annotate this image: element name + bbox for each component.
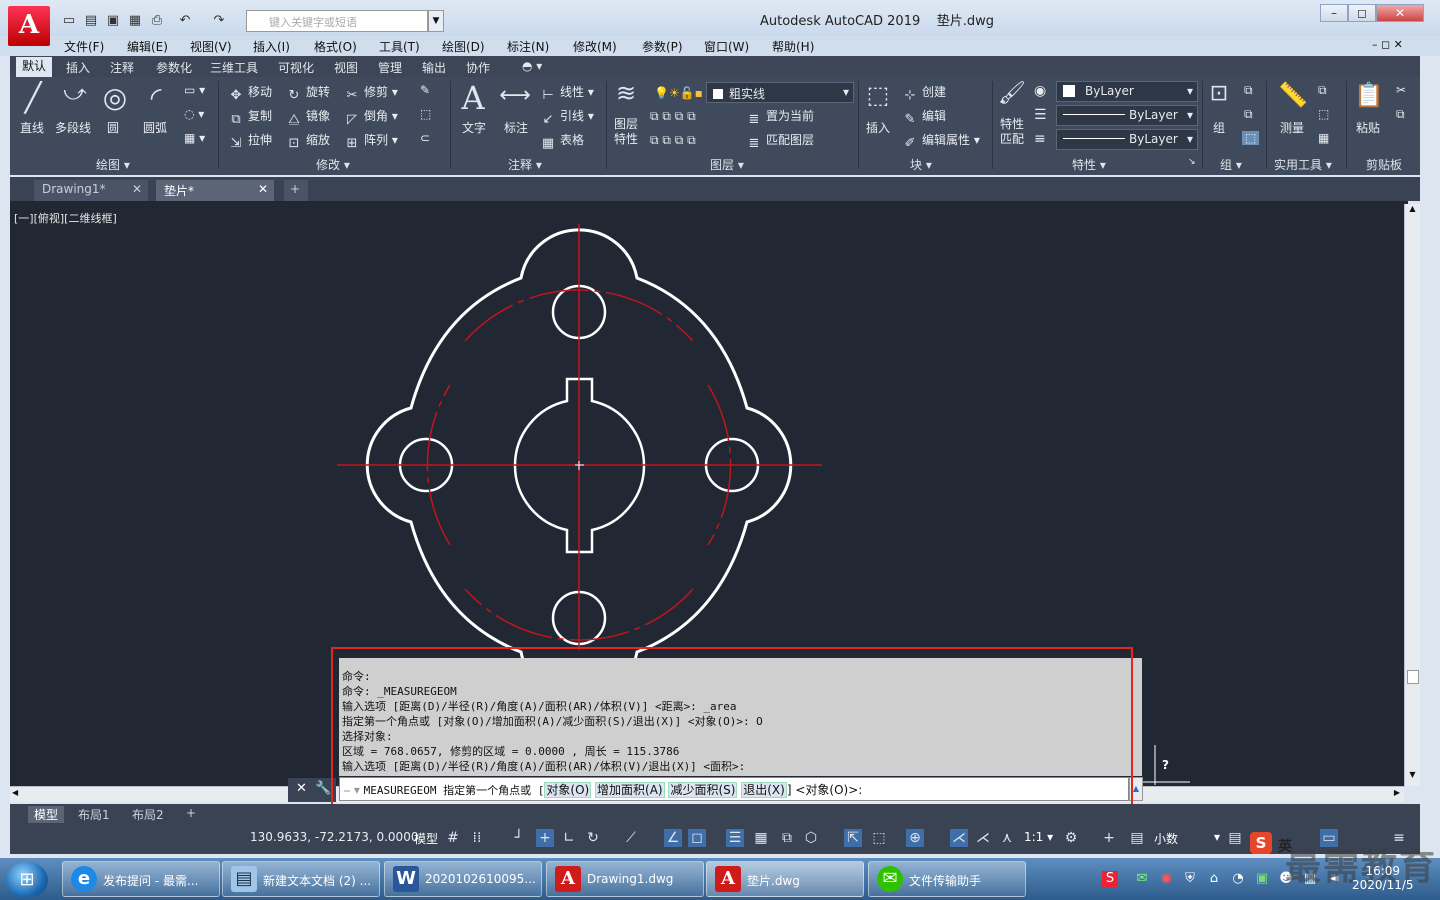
centerlines bbox=[337, 224, 822, 650]
close-icon[interactable]: ✕ bbox=[296, 781, 307, 796]
vertical-scrollbar[interactable]: ▲ ▼ bbox=[1404, 204, 1420, 786]
infer-constraints-icon[interactable]: ┘ bbox=[510, 829, 528, 847]
dynamic-input-icon[interactable]: + bbox=[536, 829, 554, 847]
autocad-icon: A bbox=[555, 866, 581, 892]
security-tray-icon[interactable]: ⛨ bbox=[1182, 871, 1198, 887]
sogou-tray-icon[interactable]: S bbox=[1102, 871, 1118, 887]
selection-cycling-icon[interactable]: ⧉ bbox=[778, 829, 796, 847]
scroll-thumb[interactable] bbox=[1407, 670, 1419, 684]
nvidia-tray-icon[interactable]: ▣ bbox=[1254, 871, 1270, 887]
annotation-scale-icon[interactable]: ⋏ bbox=[998, 829, 1016, 847]
model-space-button[interactable]: 模型 bbox=[414, 830, 438, 847]
taskbar-item-wechat[interactable]: ✉ 文件传输助手 bbox=[868, 861, 1026, 897]
system-clock[interactable]: 16:09 2020/11/5 bbox=[1352, 864, 1414, 892]
isodraft-icon[interactable]: ⟋ bbox=[622, 829, 640, 847]
taskbar-item-gasket[interactable]: A 垫片.dwg bbox=[706, 861, 864, 897]
quick-properties-icon[interactable]: ▤ bbox=[1128, 829, 1146, 847]
ie-icon: e bbox=[71, 866, 97, 892]
taskbar-item-word[interactable]: W 2020102610095... bbox=[384, 861, 542, 897]
polar-icon[interactable]: ↻ bbox=[584, 829, 602, 847]
notepad-icon: ▤ bbox=[231, 866, 257, 892]
wechat-tray-icon[interactable]: ✉ bbox=[1134, 871, 1150, 887]
chevron-down-icon: ▾ bbox=[1213, 830, 1220, 844]
help-mark: ? bbox=[1162, 758, 1169, 772]
autocad-icon: A bbox=[715, 866, 741, 892]
coordinate-readout[interactable]: 130.9633, -72.2173, 0.0000 bbox=[250, 830, 418, 844]
dynamic-ucs-icon[interactable]: ⇱ bbox=[844, 829, 862, 847]
taskbar-item-notepad[interactable]: ▤ 新建文本文档 (2) ... bbox=[222, 861, 380, 897]
scroll-right-icon[interactable]: ▶ bbox=[1394, 788, 1400, 797]
scale-dropdown[interactable]: 1:1 ▾ bbox=[1024, 830, 1053, 844]
command-window-handle[interactable]: ✕ 🔧 bbox=[288, 778, 336, 802]
object-snap-tracking-icon[interactable]: ∠ bbox=[664, 829, 682, 847]
quick-view-icon[interactable]: ▤ bbox=[1226, 829, 1244, 847]
selection-filter-icon[interactable]: ⬚ bbox=[870, 829, 888, 847]
scroll-left-icon[interactable]: ◀ bbox=[12, 788, 18, 797]
gear-icon[interactable]: ⚙ bbox=[1062, 829, 1080, 847]
add-layout-button[interactable]: + bbox=[186, 806, 196, 820]
weibo-tray-icon[interactable]: ◉ bbox=[1158, 871, 1174, 887]
sogou-ime-icon[interactable]: S bbox=[1250, 832, 1272, 854]
network-drive-tray-icon[interactable]: ⌂ bbox=[1206, 871, 1222, 887]
annotation-visibility-icon[interactable]: ⋌ bbox=[950, 829, 968, 847]
tab-layout2[interactable]: 布局2 bbox=[132, 806, 164, 823]
snap-icon[interactable]: ⁞⁞ bbox=[468, 829, 486, 847]
tab-model[interactable]: 模型 bbox=[28, 806, 65, 823]
customize-icon[interactable]: 🔧 bbox=[315, 781, 331, 796]
scroll-down-icon[interactable]: ▼ bbox=[1406, 770, 1419, 784]
tray-icon[interactable]: ◔ bbox=[1230, 871, 1246, 887]
layout-tabs: 模型 布局1 布局2 + bbox=[10, 804, 1420, 824]
ortho-icon[interactable]: ∟ bbox=[560, 829, 578, 847]
auto-scale-icon[interactable]: ⋌ bbox=[974, 829, 992, 847]
taskbar-item-drawing1[interactable]: A Drawing1.dwg bbox=[546, 861, 704, 897]
plus-icon[interactable]: + bbox=[1100, 829, 1118, 847]
taskbar-item-ie[interactable]: e 发布提问 - 最需... bbox=[62, 861, 220, 897]
transparency-icon[interactable]: ▦ bbox=[752, 829, 770, 847]
object-snap-icon[interactable]: ◻ bbox=[688, 829, 706, 847]
tab-layout1[interactable]: 布局1 bbox=[78, 806, 110, 823]
wechat-icon: ✉ bbox=[877, 866, 903, 892]
scroll-up-icon[interactable]: ▲ bbox=[1406, 204, 1419, 218]
gizmo-icon[interactable]: ⊕ bbox=[906, 829, 924, 847]
grid-icon[interactable]: # bbox=[444, 829, 462, 847]
autocad-logo-icon[interactable]: A bbox=[8, 6, 50, 46]
lineweight-toggle-icon[interactable]: ☰ bbox=[726, 829, 744, 847]
highlight-frame bbox=[331, 647, 1133, 818]
start-button[interactable]: ⊞ bbox=[6, 862, 48, 898]
units-dropdown[interactable]: 小数 ▾ bbox=[1154, 830, 1222, 847]
3d-osnap-icon[interactable]: ⬡ bbox=[802, 829, 820, 847]
word-icon: W bbox=[393, 866, 419, 892]
